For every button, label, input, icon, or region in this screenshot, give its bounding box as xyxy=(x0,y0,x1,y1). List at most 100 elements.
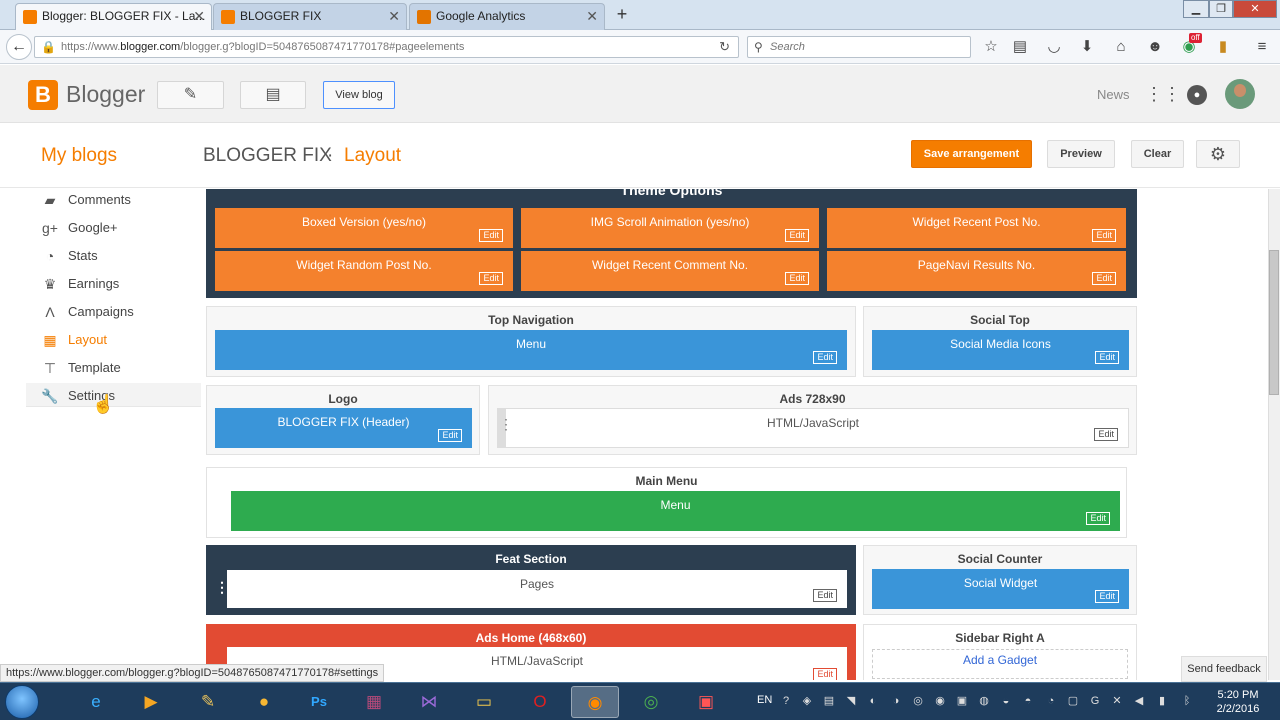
widget-pagenavi-results-no[interactable]: PageNavi Results No. Edit xyxy=(827,251,1126,291)
widget-blogger-fix-header[interactable]: BLOGGER FIX (Header) Edit xyxy=(215,408,472,448)
avatar[interactable] xyxy=(1225,79,1255,109)
tray-app-icon[interactable]: ◈ xyxy=(800,694,814,708)
menu-hamburger-icon[interactable]: ≡ xyxy=(1253,38,1271,56)
news-link[interactable]: News xyxy=(1097,87,1130,102)
tray-app-icon[interactable]: ◍ xyxy=(977,694,991,708)
edit-button[interactable]: Edit xyxy=(1095,351,1119,364)
edit-button[interactable]: Edit xyxy=(785,229,809,242)
widget-recent-comment-no[interactable]: Widget Recent Comment No. Edit xyxy=(521,251,819,291)
edit-button[interactable]: Edit xyxy=(1094,428,1118,441)
edit-button[interactable]: Edit xyxy=(438,429,462,442)
language-indicator[interactable]: EN xyxy=(757,694,772,706)
rss-icon[interactable]: ◥ xyxy=(844,694,858,708)
my-blogs-link[interactable]: My blogs xyxy=(41,145,117,167)
minimize-button[interactable]: ▁ xyxy=(1183,0,1209,18)
google-icon[interactable]: G xyxy=(1088,694,1102,708)
widget-recent-post-no[interactable]: Widget Recent Post No. Edit xyxy=(827,208,1126,248)
posts-list-button[interactable]: ▤ xyxy=(240,81,306,109)
sidebar-item-earnings[interactable]: ♛ Earnings xyxy=(26,275,201,301)
edit-button[interactable]: Edit xyxy=(813,589,837,602)
bookmark-star-icon[interactable]: ☆ xyxy=(982,38,1000,56)
photoshop-icon[interactable]: Ps xyxy=(295,686,343,718)
drag-handle[interactable] xyxy=(498,409,513,447)
tray-app-icon[interactable]: ◒ xyxy=(999,694,1013,708)
close-window-button[interactable]: ✕ xyxy=(1233,0,1277,18)
start-button[interactable] xyxy=(5,685,39,719)
visual-studio-icon[interactable]: ⋈ xyxy=(405,686,453,718)
widget-social-widget[interactable]: Social Widget Edit xyxy=(872,569,1129,609)
edit-button[interactable]: Edit xyxy=(1095,590,1119,603)
save-arrangement-button[interactable]: Save arrangement xyxy=(911,140,1032,168)
pocket-icon[interactable]: ◡ xyxy=(1045,38,1063,56)
back-button[interactable]: ← xyxy=(6,34,32,60)
home-icon[interactable]: ⌂ xyxy=(1112,38,1130,56)
tray-app-icon[interactable]: ◔ xyxy=(1044,694,1058,708)
volume-muted-icon[interactable]: ◀ xyxy=(1132,694,1146,708)
edit-button[interactable]: Edit xyxy=(479,272,503,285)
firefox-icon[interactable]: ◉ xyxy=(571,686,619,718)
edit-button[interactable]: Edit xyxy=(479,229,503,242)
notifications-bell-icon[interactable]: ● xyxy=(1187,85,1207,105)
drag-handle[interactable]: ⋮ xyxy=(215,579,229,596)
browser-orb-icon[interactable]: ● xyxy=(240,686,288,718)
widget-menu[interactable]: Menu Edit xyxy=(215,330,847,370)
view-blog-button[interactable]: View blog xyxy=(323,81,395,109)
edit-button[interactable]: Edit xyxy=(813,351,837,364)
file-explorer-icon[interactable]: ▭ xyxy=(460,686,508,718)
url-bar[interactable]: 🔒 https://www.blogger.com/blogger.g?blog… xyxy=(34,36,739,58)
preview-button[interactable]: Preview xyxy=(1047,140,1115,168)
extension-icon[interactable]: ◉ off xyxy=(1180,33,1202,56)
network-icon[interactable]: ▮ xyxy=(1155,694,1169,708)
close-tab-icon[interactable]: ✕ xyxy=(193,4,205,29)
help-icon[interactable]: ? xyxy=(779,694,793,708)
tray-app-icon[interactable]: ✕ xyxy=(1110,694,1124,708)
sidebar-item-template[interactable]: ⊤ Template xyxy=(26,359,201,385)
ie-icon[interactable]: e xyxy=(72,686,120,718)
close-tab-icon[interactable]: ✕ xyxy=(388,4,400,29)
edit-button[interactable]: Edit xyxy=(1086,512,1110,525)
apps-grid-icon[interactable]: ⋮⋮ xyxy=(1145,84,1181,104)
blogger-logo-icon[interactable]: B xyxy=(28,80,58,110)
search-input[interactable] xyxy=(770,39,965,55)
tray-app-icon[interactable]: ▤ xyxy=(822,694,836,708)
addon-icon[interactable]: ▮ xyxy=(1214,38,1232,56)
scrollbar-thumb[interactable] xyxy=(1269,250,1279,395)
edit-button[interactable]: Edit xyxy=(785,272,809,285)
media-player-icon[interactable]: ▶ xyxy=(127,686,175,718)
tray-app-icon[interactable]: ▢ xyxy=(1066,694,1080,708)
download-icon[interactable]: ⬇ xyxy=(1078,38,1096,56)
notes-icon[interactable]: ✎ xyxy=(184,686,232,718)
widget-pages[interactable]: Pages Edit xyxy=(227,570,847,608)
winrar-icon[interactable]: ▦ xyxy=(350,686,398,718)
tray-app-icon[interactable]: ▣ xyxy=(955,694,969,708)
tab-blogger-layout[interactable]: Blogger: BLOGGER FIX - La... ✕ xyxy=(15,3,212,30)
close-tab-icon[interactable]: ✕ xyxy=(586,4,598,29)
chat-icon[interactable]: ☻ xyxy=(1146,38,1164,56)
tray-app-icon[interactable]: ◉ xyxy=(933,694,947,708)
paint-icon[interactable]: ▣ xyxy=(682,686,730,718)
tray-app-icon[interactable]: ◑ xyxy=(889,694,903,708)
sidebar-item-campaigns[interactable]: Λ Campaigns xyxy=(26,303,201,329)
system-clock[interactable]: 5:20 PM 2/2/2016 xyxy=(1205,688,1271,716)
widget-random-post-no[interactable]: Widget Random Post No. Edit xyxy=(215,251,513,291)
widget-boxed-version[interactable]: Boxed Version (yes/no) Edit xyxy=(215,208,513,248)
reload-icon[interactable]: ↻ xyxy=(719,39,730,55)
clear-button[interactable]: Clear xyxy=(1131,140,1184,168)
widget-img-scroll-animation[interactable]: IMG Scroll Animation (yes/no) Edit xyxy=(521,208,819,248)
tray-app-icon[interactable]: ◎ xyxy=(911,694,925,708)
edit-button[interactable]: Edit xyxy=(1092,229,1116,242)
sidebar-item-layout[interactable]: ▦ Layout xyxy=(26,331,201,357)
sidebar-item-comments[interactable]: ▰ Comments xyxy=(26,191,201,217)
new-tab-button[interactable]: + xyxy=(612,4,632,26)
sidebar-item-google-plus[interactable]: g+ Google+ xyxy=(26,219,201,245)
tab-google-analytics[interactable]: Google Analytics ✕ xyxy=(409,3,605,30)
widget-social-media-icons[interactable]: Social Media Icons Edit xyxy=(872,330,1129,370)
restore-button[interactable]: ❐ xyxy=(1209,0,1233,18)
search-bar[interactable]: ⚲ xyxy=(747,36,971,58)
add-gadget-link[interactable]: Add a Gadget xyxy=(872,649,1128,679)
tray-app-icon[interactable]: ◓ xyxy=(1021,694,1035,708)
widget-html-javascript[interactable]: HTML/JavaScript Edit xyxy=(497,408,1129,448)
reading-list-icon[interactable]: ▤ xyxy=(1011,38,1029,56)
settings-gear-button[interactable]: ⚙ xyxy=(1196,140,1240,168)
edit-button[interactable]: Edit xyxy=(813,668,837,680)
